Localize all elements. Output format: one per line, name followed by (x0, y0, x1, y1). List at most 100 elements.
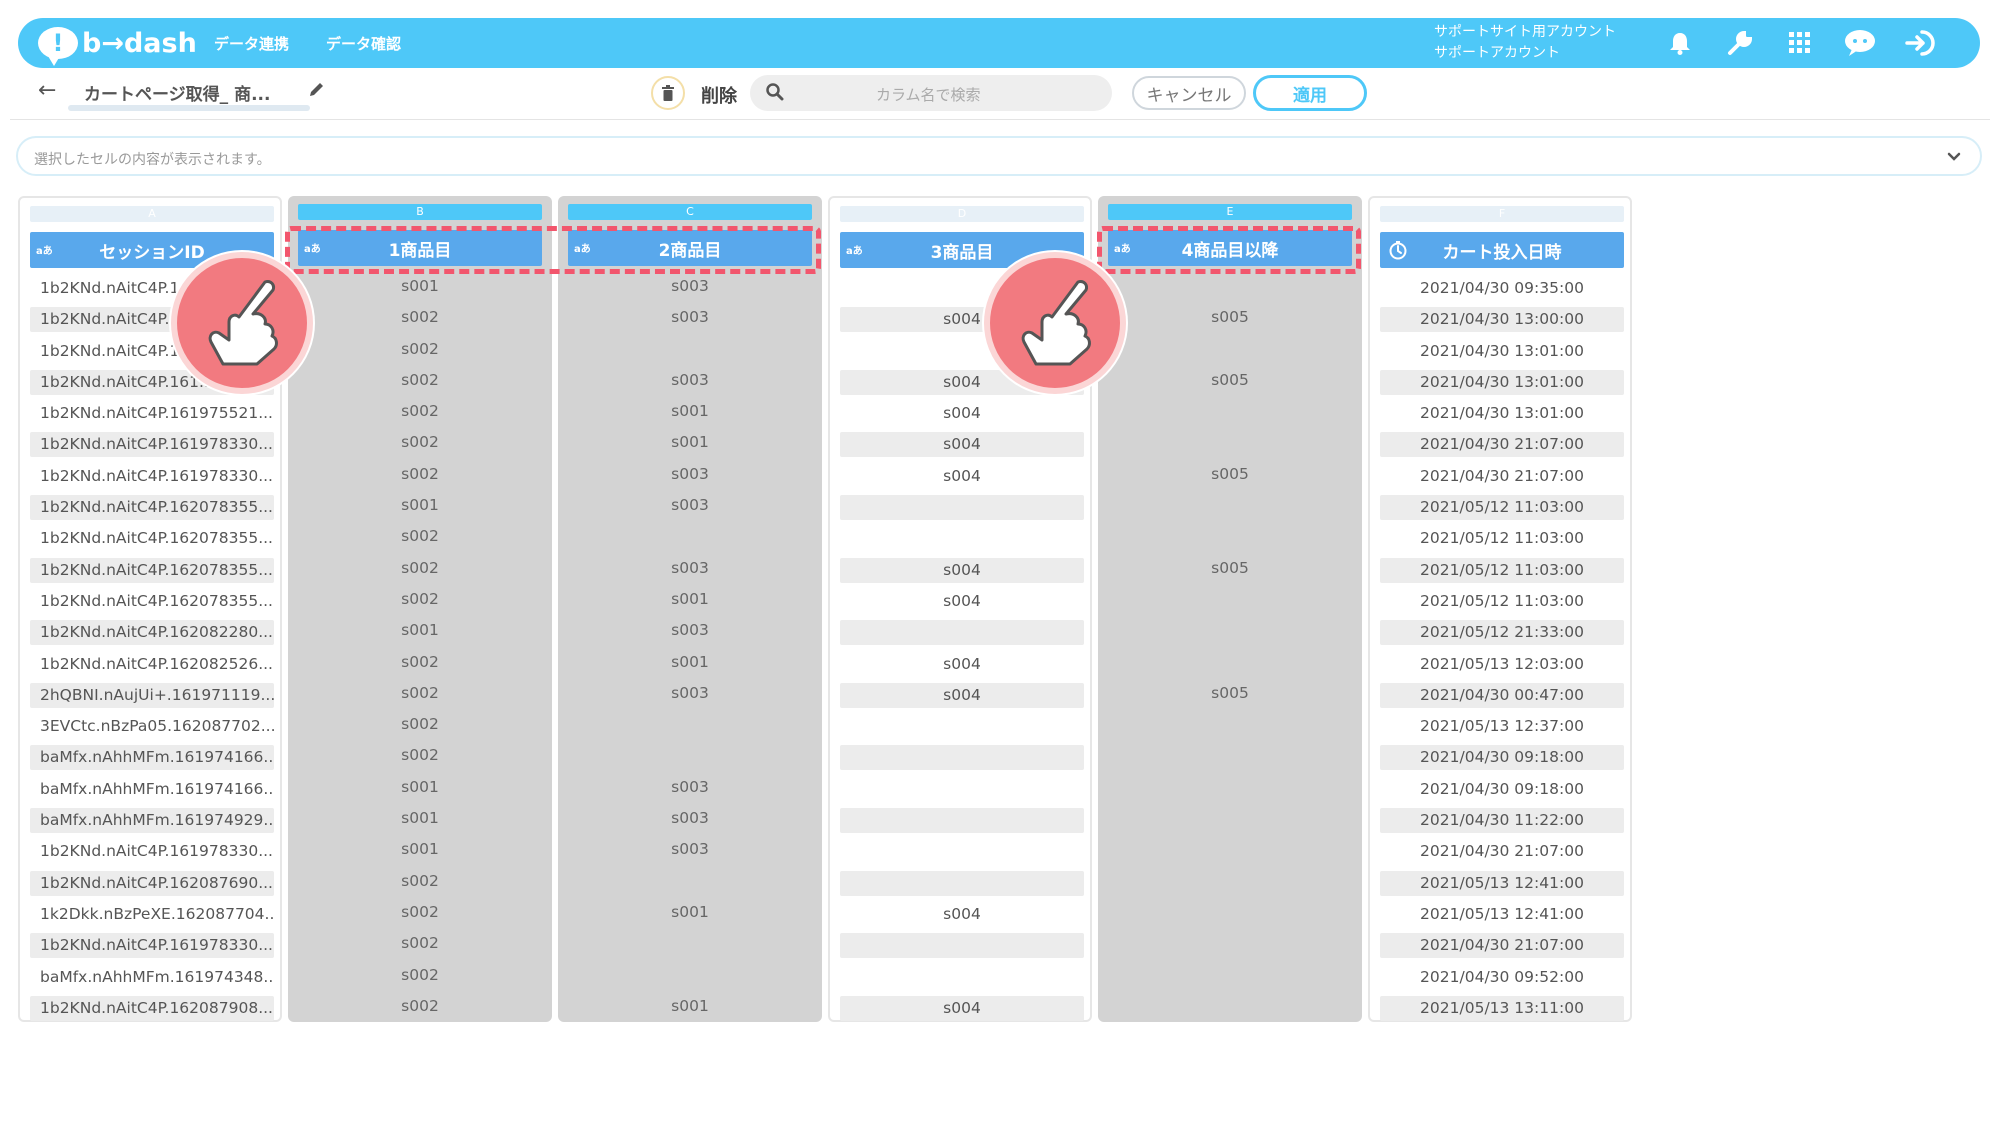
table-cell[interactable]: s003 (568, 556, 812, 581)
table-cell[interactable]: 2021/04/30 21:07:00 (1380, 464, 1624, 489)
column-header[interactable]: aあ 4商品目以降 (1108, 230, 1352, 266)
table-cell[interactable]: s003 (568, 775, 812, 800)
table-cell[interactable]: s003 (568, 493, 812, 518)
table-cell[interactable]: s004 (840, 682, 1084, 708)
table-cell[interactable]: 3EVCtc.nBzPa05.162087702... (30, 714, 274, 739)
table-cell[interactable]: s002 (298, 305, 542, 330)
account-info[interactable]: サポートサイト用アカウント サポートアカウント (1434, 22, 1616, 64)
bell-icon[interactable] (1664, 27, 1696, 59)
table-cell[interactable]: s003 (568, 681, 812, 706)
delete-label[interactable]: 削除 (701, 82, 737, 108)
table-cell[interactable] (840, 933, 1084, 959)
table-cell[interactable]: 1b2KNd.nAitC4P.161975521... (30, 401, 274, 426)
table-cell[interactable] (840, 714, 1084, 739)
table-cell[interactable]: s002 (298, 337, 542, 362)
table-cell[interactable]: s003 (568, 274, 812, 299)
table-cell[interactable]: s002 (298, 430, 542, 455)
table-cell[interactable]: 1b2KNd.nAitC4P.162078355... (30, 526, 274, 551)
table-cell[interactable] (1108, 587, 1352, 612)
apply-button[interactable]: 適用 (1253, 75, 1367, 111)
table-cell[interactable]: 2021/05/13 12:37:00 (1380, 714, 1624, 739)
table-cell[interactable] (568, 712, 812, 737)
table-cell[interactable] (1108, 775, 1352, 800)
table-cell[interactable]: s002 (298, 900, 542, 925)
table-cell[interactable]: 1b2KNd.nAitC4P.162082526... (30, 652, 274, 677)
table-cell[interactable]: s001 (298, 618, 542, 643)
table-cell[interactable]: 2021/04/30 13:00:00 (1380, 307, 1624, 333)
edit-pencil-icon[interactable] (308, 80, 326, 102)
column-letter[interactable]: B (298, 204, 542, 220)
table-cell[interactable]: 1b2KNd.nAitC4P.161978330... (30, 432, 274, 458)
table-cell[interactable]: s001 (568, 650, 812, 675)
chat-icon[interactable] (1844, 27, 1876, 59)
table-cell[interactable] (840, 495, 1084, 521)
table-cell[interactable]: 2021/05/13 13:11:00 (1380, 995, 1624, 1021)
table-cell[interactable]: baMfx.nAhhMFm.161974166... (30, 745, 274, 771)
table-cell[interactable]: s003 (568, 837, 812, 862)
table-cell[interactable] (840, 870, 1084, 896)
table-cell[interactable]: 2021/05/12 11:03:00 (1380, 589, 1624, 614)
table-cell[interactable]: s002 (298, 462, 542, 487)
table-cell[interactable]: s001 (298, 775, 542, 800)
table-cell[interactable] (1108, 712, 1352, 737)
logout-icon[interactable] (1904, 27, 1936, 59)
table-cell[interactable] (568, 869, 812, 894)
table-cell[interactable] (840, 808, 1084, 834)
table-cell[interactable]: 2021/04/30 21:07:00 (1380, 839, 1624, 864)
column-header[interactable]: aあ 1商品目 (298, 230, 542, 266)
table-cell[interactable] (1108, 806, 1352, 831)
table-cell[interactable]: 2021/05/12 11:03:00 (1380, 495, 1624, 521)
table-cell[interactable]: s003 (568, 806, 812, 831)
column-letter[interactable]: A (30, 206, 274, 222)
table-cell[interactable] (1108, 963, 1352, 988)
cell-content-bar[interactable]: 選択したセルの内容が表示されます。 (16, 136, 1982, 176)
table-cell[interactable] (568, 931, 812, 956)
table-cell[interactable]: s001 (568, 994, 812, 1019)
nav-data-integration[interactable]: データ連携 (214, 33, 289, 54)
table-cell[interactable]: baMfx.nAhhMFm.161974929... (30, 808, 274, 834)
table-cell[interactable]: 2021/04/30 13:01:00 (1380, 369, 1624, 395)
table-cell[interactable]: s001 (298, 493, 542, 518)
table-cell[interactable] (1108, 900, 1352, 925)
table-cell[interactable]: s005 (1108, 556, 1352, 581)
table-cell[interactable] (1108, 399, 1352, 424)
nav-data-check[interactable]: データ確認 (326, 33, 401, 54)
table-cell[interactable]: 2021/05/12 11:03:00 (1380, 526, 1624, 551)
table-cell[interactable]: 2021/04/30 09:18:00 (1380, 745, 1624, 771)
table-cell[interactable]: s004 (840, 432, 1084, 458)
table-cell[interactable]: s001 (568, 900, 812, 925)
table-cell[interactable]: s002 (298, 681, 542, 706)
cancel-button[interactable]: キャンセル (1132, 76, 1246, 110)
table-cell[interactable]: 2021/04/30 09:52:00 (1380, 965, 1624, 990)
table-cell[interactable]: s005 (1108, 681, 1352, 706)
table-cell[interactable] (840, 620, 1084, 646)
table-cell[interactable]: s002 (298, 931, 542, 956)
table-cell[interactable]: s004 (840, 464, 1084, 489)
table-cell[interactable] (840, 745, 1084, 771)
table-cell[interactable] (1108, 618, 1352, 643)
table-cell[interactable] (840, 526, 1084, 551)
table-cell[interactable]: 1b2KNd.nAitC4P.162087908... (30, 995, 274, 1021)
table-cell[interactable]: s001 (568, 399, 812, 424)
table-cell[interactable] (568, 963, 812, 988)
column-letter[interactable]: F (1380, 206, 1624, 222)
table-cell[interactable]: s002 (298, 399, 542, 424)
table-cell[interactable] (568, 337, 812, 362)
table-cell[interactable]: s001 (568, 430, 812, 455)
table-cell[interactable]: s004 (840, 557, 1084, 583)
table-cell[interactable]: 2021/04/30 09:35:00 (1380, 276, 1624, 301)
table-cell[interactable]: s003 (568, 305, 812, 330)
table-cell[interactable]: s001 (298, 806, 542, 831)
table-cell[interactable]: 1b2KNd.nAitC4P.162078355... (30, 495, 274, 521)
table-cell[interactable]: s001 (298, 274, 542, 299)
table-cell[interactable]: s002 (298, 712, 542, 737)
column-e[interactable]: Eaあ 4商品目以降 s005 s005 s005 s005 s005 (1098, 196, 1362, 1022)
column-letter[interactable]: C (568, 204, 812, 220)
column-header[interactable]: aあ 2商品目 (568, 230, 812, 266)
table-cell[interactable]: 1b2KNd.nAitC4P.162082280... (30, 620, 274, 646)
table-cell[interactable]: s001 (568, 587, 812, 612)
table-cell[interactable]: 2021/05/12 11:03:00 (1380, 557, 1624, 583)
column-b[interactable]: Baあ 1商品目 s001 s002 s002 s002 s002 s002 s002 s001 s… (288, 196, 552, 1022)
table-cell[interactable] (1108, 931, 1352, 956)
table-cell[interactable]: 1b2KNd.nAitC4P.161978330... (30, 839, 274, 864)
